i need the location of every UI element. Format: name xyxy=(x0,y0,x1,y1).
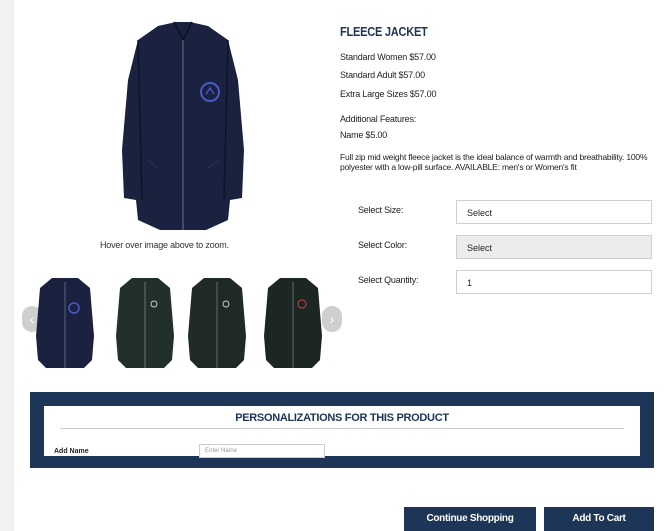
chevron-right-icon: › xyxy=(329,311,335,327)
size-select[interactable]: Select xyxy=(456,200,652,224)
name-input[interactable]: Enter Name xyxy=(199,444,325,458)
product-description: Full zip mid weight fleece jacket is the… xyxy=(340,152,648,172)
personalization-divider xyxy=(60,428,624,429)
price-extra-large: Extra Large Sizes $57.00 xyxy=(340,89,437,99)
product-title: FLEECE JACKET xyxy=(340,24,428,39)
size-label: Select Size: xyxy=(358,205,404,215)
continue-shopping-button[interactable]: Continue Shopping xyxy=(404,507,536,531)
next-thumbnail-button[interactable]: › xyxy=(322,306,342,332)
color-label: Select Color: xyxy=(358,240,407,250)
thumbnail-3[interactable] xyxy=(186,274,248,372)
price-standard-adult: Standard Adult $57.00 xyxy=(340,70,425,80)
thumbnail-1[interactable] xyxy=(34,274,96,372)
add-name-label: Add Name xyxy=(54,448,89,455)
main-product-image[interactable] xyxy=(118,20,248,232)
personalization-box: PERSONALIZATIONS FOR THIS PRODUCT Add Na… xyxy=(44,406,640,458)
thumbnail-4[interactable] xyxy=(262,274,324,372)
add-to-cart-button[interactable]: Add To Cart xyxy=(544,507,654,531)
quantity-label: Select Quantity: xyxy=(358,275,419,285)
price-standard-women: Standard Women $57.00 xyxy=(340,52,436,62)
thumbnail-2[interactable] xyxy=(114,274,176,372)
additional-feature-name: Name $5.00 xyxy=(340,130,388,140)
color-select[interactable]: Select xyxy=(456,235,652,259)
quantity-input[interactable]: 1 xyxy=(456,270,652,294)
additional-features-heading: Additional Features: xyxy=(340,114,417,124)
personalization-heading: PERSONALIZATIONS FOR THIS PRODUCT xyxy=(235,412,449,424)
zoom-hint-text: Hover over image above to zoom. xyxy=(100,240,229,250)
